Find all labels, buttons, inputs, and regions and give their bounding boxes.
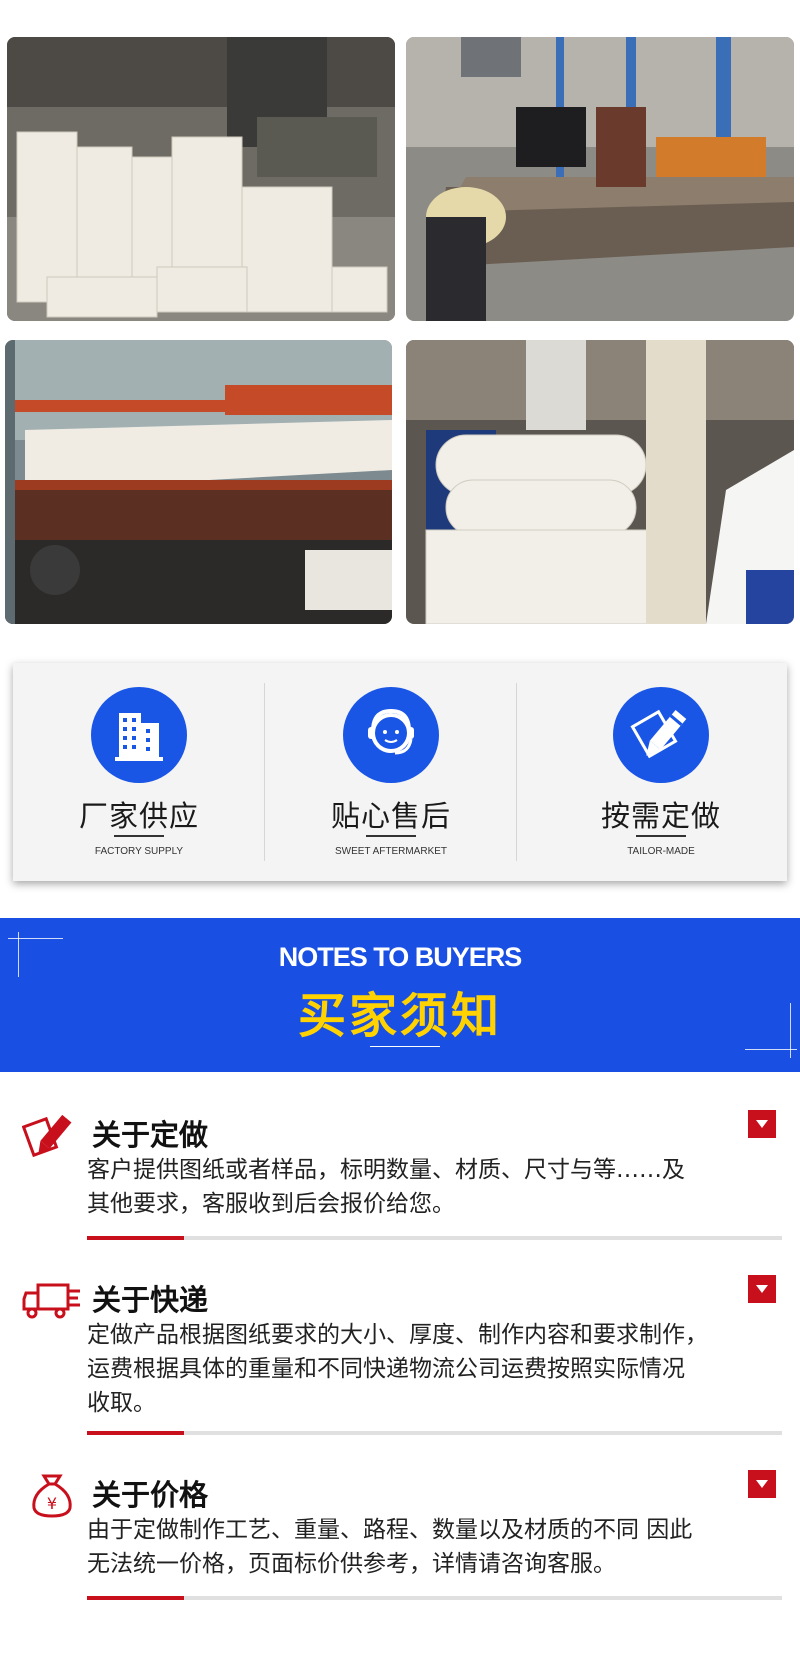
feature-tailor-made: 按需定做 TAILOR-MADE <box>535 663 787 881</box>
feature-title: 贴心售后 <box>330 799 451 833</box>
title-underline <box>366 835 416 837</box>
pencil-edit-icon <box>613 687 709 783</box>
divider <box>516 683 517 861</box>
progress-bar <box>87 1431 782 1435</box>
features-card: 厂家供应 FACTORY SUPPLY 贴心售后 SWEET AFTERMARK… <box>13 663 787 881</box>
feature-title: 厂家供应 <box>78 799 199 833</box>
corner-line <box>8 938 63 939</box>
felt-stacks-photo <box>7 37 395 321</box>
expand-toggle[interactable] <box>748 1275 776 1303</box>
note-line: 客户提供图纸或者样品，标明数量、材质、尺寸与等……及 <box>87 1157 685 1183</box>
note-line: 定做产品根据图纸要求的大小、厚度、制作内容和要求制作， <box>87 1322 708 1348</box>
title-underline <box>636 835 686 837</box>
banner-underline <box>370 1046 440 1047</box>
progress-bar <box>87 1236 782 1240</box>
note-line: 收取。 <box>87 1390 156 1416</box>
feature-title: 按需定做 <box>600 799 721 833</box>
customer-service-icon <box>343 687 439 783</box>
chevron-down-icon <box>756 1480 768 1488</box>
note-text: 定做产品根据图纸要求的大小、厚度、制作内容和要求制作， 运费根据具体的重量和不同… <box>87 1318 787 1420</box>
progress-bar <box>87 1596 782 1600</box>
workers-felt-table-photo <box>406 37 794 321</box>
felt-rolls-photo <box>406 340 794 624</box>
feature-subtitle: FACTORY SUPPLY <box>94 846 184 857</box>
feature-aftermarket: 贴心售后 SWEET AFTERMARKET <box>265 663 517 881</box>
delivery-truck-icon <box>22 1275 82 1325</box>
building-icon <box>91 687 187 783</box>
note-line: 其他要求，客服收到后会报价给您。 <box>87 1191 455 1217</box>
note-title: 关于价格 <box>92 1478 209 1512</box>
money-bag-icon: ¥ <box>22 1470 82 1520</box>
note-line: 由于定做制作工艺、重量、路程、数量以及材质的不同 因此 <box>87 1517 693 1543</box>
pen-edit-icon <box>22 1110 82 1160</box>
banner-title-zh: 买家须知 <box>297 988 502 1044</box>
corner-line <box>745 1049 797 1050</box>
note-price: ¥ 关于价格 由于定做制作工艺、重量、路程、数量以及材质的不同 因此 无法统一价… <box>0 1458 800 1608</box>
feature-subtitle: SWEET AFTERMARKET <box>334 846 448 857</box>
note-delivery: 关于快递 定做产品根据图纸要求的大小、厚度、制作内容和要求制作， 运费根据具体的… <box>0 1263 800 1438</box>
expand-toggle[interactable] <box>748 1470 776 1498</box>
felt-machine-photo <box>5 340 392 624</box>
note-line: 无法统一价格，页面标价供参考，详情请咨询客服。 <box>87 1551 616 1577</box>
note-text: 客户提供图纸或者样品，标明数量、材质、尺寸与等……及 其他要求，客服收到后会报价… <box>87 1153 787 1221</box>
feature-subtitle: TAILOR-MADE <box>627 846 695 857</box>
title-underline <box>114 835 164 837</box>
svg-text:¥: ¥ <box>47 1494 57 1513</box>
chevron-down-icon <box>756 1285 768 1293</box>
note-title: 关于定做 <box>92 1118 209 1152</box>
banner-title-en: NOTES TO BUYERS <box>278 942 523 972</box>
notes-banner: NOTES TO BUYERS 买家须知 <box>0 918 800 1072</box>
note-text: 由于定做制作工艺、重量、路程、数量以及材质的不同 因此 无法统一价格，页面标价供… <box>87 1513 787 1581</box>
expand-toggle[interactable] <box>748 1110 776 1138</box>
chevron-down-icon <box>756 1120 768 1128</box>
note-title: 关于快递 <box>92 1283 209 1317</box>
note-custom: 关于定做 客户提供图纸或者样品，标明数量、材质、尺寸与等……及 其他要求，客服收… <box>0 1098 800 1248</box>
feature-factory-supply: 厂家供应 FACTORY SUPPLY <box>13 663 265 881</box>
note-line: 运费根据具体的重量和不同快递物流公司运费按照实际情况 <box>87 1356 685 1382</box>
